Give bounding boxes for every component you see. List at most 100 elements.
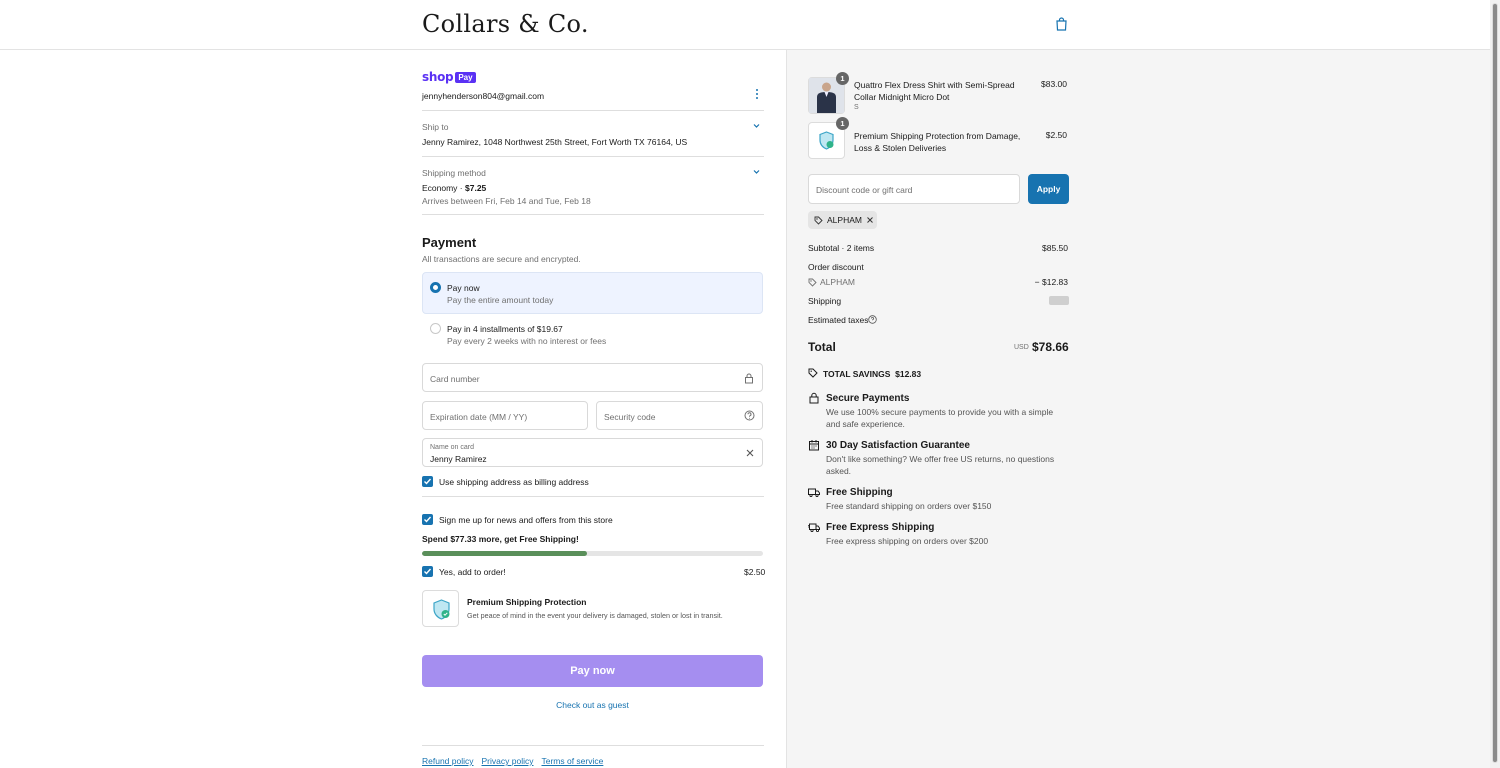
savings-tag-icon	[808, 368, 818, 378]
security-code-field[interactable]: Security code	[596, 401, 763, 430]
privacy-policy-link[interactable]: Privacy policy	[482, 756, 534, 766]
free-shipping-progress	[422, 551, 763, 556]
chevron-down-icon[interactable]	[751, 166, 762, 177]
shipping-method-label: Shipping method	[422, 168, 486, 178]
shop-pay-logo: shop Pay	[422, 70, 476, 84]
applied-discount-tag: ALPHAM	[808, 211, 877, 229]
discount-placeholder: Discount code or gift card	[816, 185, 913, 195]
installments-label[interactable]: Pay in 4 installments of $19.67	[447, 324, 563, 334]
discount-code-input[interactable]: Discount code or gift card	[808, 174, 1020, 204]
add-protection-checkbox[interactable]	[422, 566, 433, 577]
divider	[422, 156, 764, 157]
pay-now-option[interactable]	[422, 272, 763, 314]
divider	[422, 214, 764, 215]
apply-button[interactable]: Apply	[1028, 174, 1069, 204]
savings-value: $12.83	[895, 369, 922, 379]
tag-icon	[814, 216, 823, 225]
remove-discount-icon[interactable]	[866, 216, 874, 224]
feature-desc: Free express shipping on orders over $20…	[826, 536, 989, 546]
shop-pay-badge: Pay	[455, 71, 476, 83]
total-savings: TOTAL SAVINGS $12.83	[823, 369, 921, 379]
protection-title: Premium Shipping Protection	[467, 597, 587, 607]
expiration-placeholder: Expiration date (MM / YY)	[430, 412, 528, 422]
total-value: $78.66	[1032, 340, 1069, 354]
feature-desc: Don't like something? We offer free US r…	[826, 454, 1055, 476]
payment-title: Payment	[422, 235, 477, 250]
tag-icon	[808, 278, 817, 287]
taxes-label: Estimated taxes	[808, 315, 869, 325]
shipping-method-value: Economy · $7.25	[422, 183, 486, 193]
feature-desc: Free standard shipping on orders over $1…	[826, 501, 992, 511]
add-protection-price: $2.50	[744, 567, 766, 577]
discount-value: − $12.83	[1034, 277, 1068, 287]
discount-code-label: ALPHAM	[820, 277, 855, 287]
truck-icon	[808, 488, 820, 498]
total-label: Total	[808, 340, 836, 354]
newsletter-label: Sign me up for news and offers from this…	[439, 515, 613, 525]
express-truck-icon	[808, 523, 820, 533]
feature-title: Free Express Shipping	[826, 522, 935, 533]
item-variant: S	[854, 104, 859, 111]
pay-now-radio[interactable]	[430, 282, 441, 293]
feature-title: 30 Day Satisfaction Guarantee	[826, 440, 970, 451]
item-price: $2.50	[1045, 130, 1067, 140]
shipping-method-name: Economy ·	[422, 183, 465, 193]
feature-title: Free Shipping	[826, 487, 893, 498]
contact-email: jennyhenderson804@gmail.com	[422, 91, 545, 101]
shopping-bag-icon[interactable]	[1055, 17, 1068, 31]
lock-icon	[809, 392, 819, 404]
name-on-card-label: Name on card	[430, 444, 474, 451]
refund-policy-link[interactable]: Refund policy	[422, 756, 474, 766]
shop-pay-word: shop	[422, 70, 454, 84]
ship-to-label: Ship to	[422, 122, 449, 132]
product-thumbnail: 1	[808, 117, 849, 159]
clear-icon[interactable]	[745, 448, 755, 458]
subtotal-value: $85.50	[1042, 243, 1068, 253]
divider	[422, 110, 764, 111]
more-options-icon[interactable]	[752, 88, 762, 100]
card-number-placeholder: Card number	[430, 374, 480, 384]
pay-now-desc: Pay the entire amount today	[447, 295, 554, 305]
newsletter-checkbox[interactable]	[422, 514, 433, 525]
installments-radio[interactable]	[430, 323, 441, 334]
applied-discount-code: ALPHAM	[827, 215, 862, 225]
chevron-down-icon[interactable]	[751, 120, 762, 131]
protection-image	[422, 590, 459, 627]
store-logo[interactable]: Collars & Co.	[422, 10, 589, 38]
calendar-icon	[809, 440, 819, 451]
card-number-field[interactable]: Card number	[422, 363, 763, 392]
savings-label: TOTAL SAVINGS	[823, 369, 891, 379]
billing-checkbox[interactable]	[422, 476, 433, 487]
shipping-value-loading	[1049, 296, 1069, 305]
info-icon[interactable]	[868, 315, 877, 324]
item-name: Quattro Flex Dress Shirt with Semi-Sprea…	[854, 80, 1015, 102]
ship-to-address: Jenny Ramirez, 1048 Northwest 25th Stree…	[422, 137, 688, 147]
protection-desc: Get peace of mind in the event your deli…	[467, 611, 723, 620]
divider	[422, 745, 764, 746]
payment-subtitle: All transactions are secure and encrypte…	[422, 254, 581, 264]
pay-now-label: Pay now	[447, 283, 480, 293]
footer-links: Refund policy Privacy policy Terms of se…	[422, 756, 603, 766]
shipping-method-price: $7.25	[465, 183, 487, 193]
quantity-badge: 1	[836, 117, 849, 130]
order-discount-label: Order discount	[808, 262, 864, 272]
name-on-card-value: Jenny Ramirez	[430, 454, 487, 464]
pay-now-button[interactable]: Pay now	[422, 655, 763, 687]
feature-desc: We use 100% secure payments to provide y…	[826, 407, 1054, 429]
header: Collars & Co.	[0, 0, 1490, 50]
shipping-eta: Arrives between Fri, Feb 14 and Tue, Feb…	[422, 196, 591, 206]
terms-link[interactable]: Terms of service	[541, 756, 603, 766]
expiration-field[interactable]: Expiration date (MM / YY)	[422, 401, 588, 430]
scrollbar[interactable]	[1490, 0, 1500, 768]
quantity-badge: 1	[836, 72, 849, 85]
add-protection-label: Yes, add to order!	[439, 567, 506, 577]
guest-checkout-link[interactable]: Check out as guest	[422, 700, 763, 710]
name-on-card-field[interactable]: Name on card Jenny Ramirez	[422, 438, 763, 467]
subtotal-label: Subtotal · 2 items	[808, 243, 875, 253]
billing-checkbox-label: Use shipping address as billing address	[439, 477, 589, 487]
feature-title: Secure Payments	[826, 393, 910, 404]
currency-code: USD	[1014, 344, 1029, 351]
item-price: $83.00	[1041, 79, 1067, 89]
help-icon[interactable]	[744, 410, 755, 421]
product-thumbnail: 1	[808, 72, 849, 114]
